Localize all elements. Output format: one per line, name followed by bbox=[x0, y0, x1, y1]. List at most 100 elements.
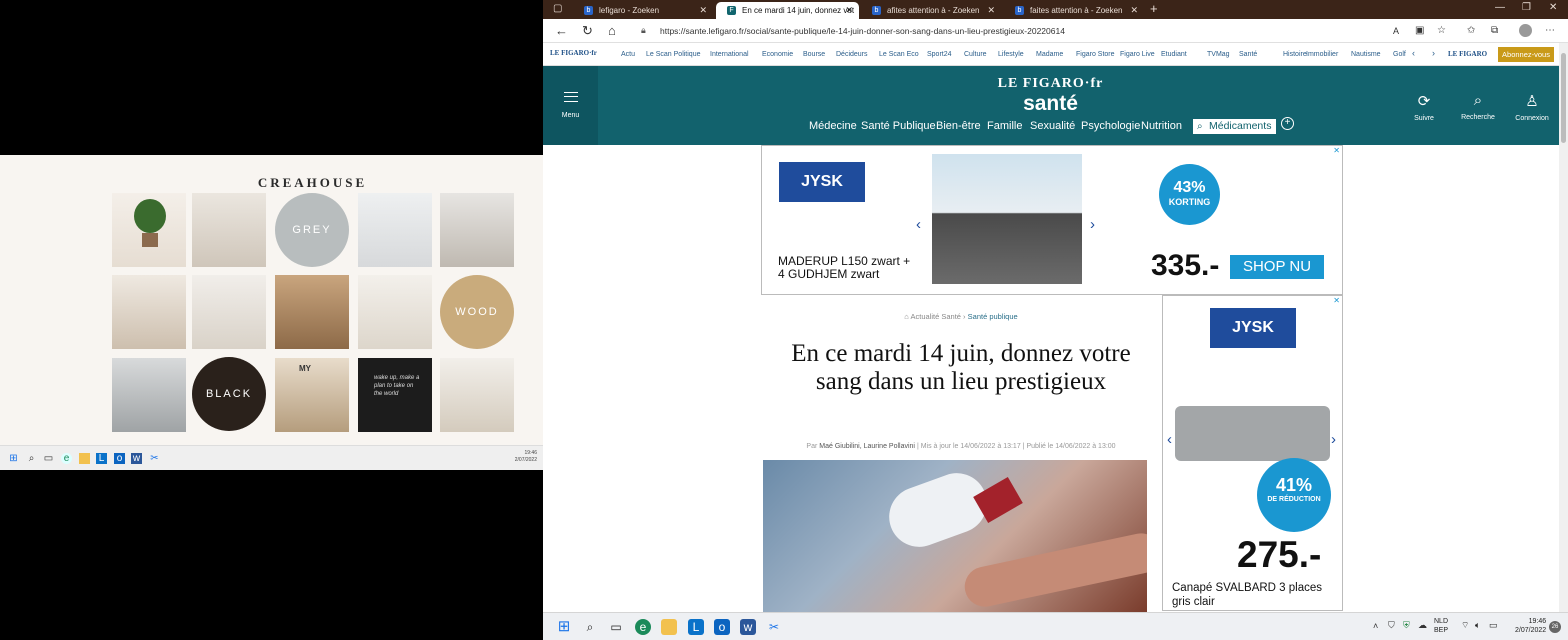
search-icon[interactable]: ⌕ bbox=[582, 619, 598, 635]
network-nav-item[interactable]: Figaro Live bbox=[1120, 51, 1155, 58]
scrollbar-thumb[interactable] bbox=[1561, 53, 1566, 143]
close-icon[interactable]: ✕ bbox=[1130, 2, 1138, 19]
network-nav-item[interactable]: Economie bbox=[762, 51, 793, 58]
url-field[interactable]: https://sante.lefigaro.fr/social/sante-p… bbox=[660, 22, 1420, 40]
ad-close-icon[interactable]: ✕ bbox=[1333, 296, 1340, 305]
jysk-side-ad[interactable]: ✕ JYSK ‹ › 41% DE RÉDUCTION 275.- Canapé… bbox=[1162, 295, 1343, 611]
snipping-tool-icon[interactable]: ✂ bbox=[149, 453, 160, 464]
scrollbar[interactable] bbox=[1559, 43, 1568, 614]
maximize-button[interactable]: ❐ bbox=[1522, 2, 1531, 13]
search-button[interactable]: ⌕ Recherche bbox=[1453, 92, 1503, 121]
snipping-tool-icon[interactable]: ✂ bbox=[766, 619, 782, 635]
window-close-button[interactable]: ✕ bbox=[1549, 2, 1557, 13]
network-nav-item[interactable]: Golf bbox=[1393, 51, 1406, 58]
cloud-icon[interactable]: ☁ bbox=[1418, 620, 1427, 631]
network-nav-item[interactable]: Bourse bbox=[803, 51, 825, 58]
file-explorer-icon[interactable] bbox=[661, 619, 677, 635]
notification-badge[interactable]: 26 bbox=[1549, 621, 1561, 633]
close-icon[interactable]: ✕ bbox=[987, 2, 995, 19]
network-nav-item[interactable]: Nautisme bbox=[1351, 51, 1381, 58]
cat-nutrition[interactable]: Nutrition bbox=[1141, 120, 1182, 132]
tab-lefigaro-search[interactable]: b lefigaro - Zoeken ✕ bbox=[573, 2, 713, 19]
cat-medecine[interactable]: Médecine bbox=[809, 120, 857, 132]
clock[interactable]: 19:46 2/07/2022 bbox=[1515, 617, 1546, 635]
network-nav-item[interactable]: TVMag bbox=[1207, 51, 1230, 58]
medicaments-search-button[interactable]: ⌕ Médicaments bbox=[1193, 119, 1277, 134]
nav-next-icon[interactable]: › bbox=[1432, 48, 1435, 58]
cat-psychologie[interactable]: Psychologie bbox=[1081, 120, 1140, 132]
follow-button[interactable]: ⟳ Suivre bbox=[1399, 92, 1449, 122]
search-icon[interactable]: ⌕ bbox=[26, 453, 37, 464]
shield-icon[interactable]: ⛨ bbox=[1403, 620, 1410, 631]
carousel-next-icon[interactable]: › bbox=[1331, 431, 1336, 448]
login-button[interactable]: ♙ Connexion bbox=[1507, 92, 1557, 122]
subscribe-button[interactable]: Abonnez-vous bbox=[1498, 47, 1554, 62]
carousel-next-icon[interactable]: › bbox=[1090, 216, 1095, 233]
security-icon[interactable]: ⛉ bbox=[1388, 620, 1395, 631]
more-options-icon[interactable]: ⋯ bbox=[1545, 23, 1555, 39]
cat-sante-publique[interactable]: Santé Publique bbox=[861, 120, 936, 132]
back-icon[interactable]: ← bbox=[555, 23, 568, 39]
network-nav-item[interactable]: Le Scan Eco bbox=[879, 51, 919, 58]
network-nav-item[interactable]: Le Scan Politique bbox=[646, 51, 700, 58]
article-authors[interactable]: Maé Giubilini, Laurine Pollavini bbox=[819, 443, 915, 450]
new-tab-button[interactable]: + bbox=[1150, 1, 1158, 16]
language-indicator[interactable]: NLD BEP bbox=[1434, 617, 1448, 635]
tab-afites-search[interactable]: b afites attention à - Zoeken ✕ bbox=[861, 2, 1001, 19]
windows-start-icon[interactable]: ⊞ bbox=[556, 619, 572, 635]
app-available-icon[interactable]: ▣ bbox=[1415, 23, 1424, 39]
ad-close-icon[interactable]: ✕ bbox=[1333, 146, 1340, 155]
word-icon[interactable]: w bbox=[740, 619, 756, 635]
shop-now-button[interactable]: SHOP NU bbox=[1230, 255, 1324, 279]
word-icon[interactable]: w bbox=[131, 453, 142, 464]
battery-icon[interactable]: ▭ bbox=[1489, 620, 1498, 631]
tab-faites-search[interactable]: b faites attention à - Zoeken ✕ bbox=[1004, 2, 1144, 19]
profile-avatar[interactable] bbox=[1519, 24, 1532, 37]
read-aloud-icon[interactable]: A bbox=[1393, 23, 1399, 39]
tab-actions-icon[interactable]: ▢ bbox=[553, 3, 562, 14]
home-icon[interactable]: ⌂ bbox=[608, 23, 616, 39]
show-hidden-icons[interactable]: ˄ bbox=[1373, 621, 1378, 631]
file-explorer-icon[interactable] bbox=[79, 453, 90, 464]
network-nav-item[interactable]: Actu bbox=[621, 51, 635, 58]
carousel-prev-icon[interactable]: ‹ bbox=[1167, 431, 1172, 448]
jysk-banner-ad[interactable]: ✕ JYSK MADERUP L150 zwart + 4 GUDHJEM zw… bbox=[761, 145, 1343, 295]
network-nav-item[interactable]: Madame bbox=[1036, 51, 1063, 58]
network-nav-item[interactable]: Culture bbox=[964, 51, 987, 58]
cat-bien-etre[interactable]: Bien-être bbox=[936, 120, 981, 132]
network-nav-item[interactable]: Etudiant bbox=[1161, 51, 1187, 58]
close-icon[interactable]: ✕ bbox=[845, 2, 853, 19]
network-nav-item[interactable]: Lifestyle bbox=[998, 51, 1024, 58]
network-nav-item[interactable]: Santé bbox=[1239, 51, 1257, 58]
plus-icon[interactable]: + bbox=[1281, 117, 1294, 130]
task-view-icon[interactable]: ▭ bbox=[608, 619, 624, 635]
outlook-icon[interactable]: o bbox=[714, 619, 730, 635]
network-nav-item[interactable]: Histoire bbox=[1283, 51, 1307, 58]
network-nav-item[interactable]: Sport24 bbox=[927, 51, 952, 58]
cat-sexualite[interactable]: Sexualité bbox=[1030, 120, 1075, 132]
edge-icon[interactable]: e bbox=[61, 453, 72, 464]
volume-icon[interactable]: 🔈︎ bbox=[1475, 620, 1480, 631]
app-l-icon[interactable]: L bbox=[96, 453, 107, 464]
network-nav-item[interactable]: Décideurs bbox=[836, 51, 868, 58]
windows-start-icon[interactable]: ⊞ bbox=[8, 453, 19, 464]
close-icon[interactable]: ✕ bbox=[699, 2, 707, 19]
refresh-icon[interactable]: ↻ bbox=[582, 23, 593, 39]
figaro-logo[interactable]: LE FIGARO·fr bbox=[543, 76, 1558, 92]
nav-prev-icon[interactable]: ‹ bbox=[1412, 48, 1415, 58]
add-favorite-icon[interactable]: ☆ bbox=[1437, 23, 1446, 39]
task-view-icon[interactable]: ▭ bbox=[43, 453, 54, 464]
figaro-network-logo[interactable]: LE FIGARO·fr bbox=[550, 49, 597, 57]
cat-famille[interactable]: Famille bbox=[987, 120, 1022, 132]
collections-icon[interactable]: ⧉ bbox=[1491, 23, 1498, 39]
wifi-icon[interactable]: ⌔ bbox=[1461, 620, 1469, 631]
tab-article[interactable]: F En ce mardi 14 juin, donnez vot ✕ bbox=[716, 2, 859, 19]
favorites-icon[interactable]: ✩ bbox=[1467, 23, 1475, 39]
app-l-icon[interactable]: L bbox=[688, 619, 704, 635]
network-nav-item[interactable]: Figaro Store bbox=[1076, 51, 1115, 58]
network-nav-item[interactable]: Immobilier bbox=[1306, 51, 1338, 58]
network-nav-item[interactable]: International bbox=[710, 51, 749, 58]
minimize-button[interactable]: — bbox=[1495, 2, 1505, 13]
edge-icon[interactable]: e bbox=[635, 619, 651, 635]
outlook-icon[interactable]: o bbox=[114, 453, 125, 464]
